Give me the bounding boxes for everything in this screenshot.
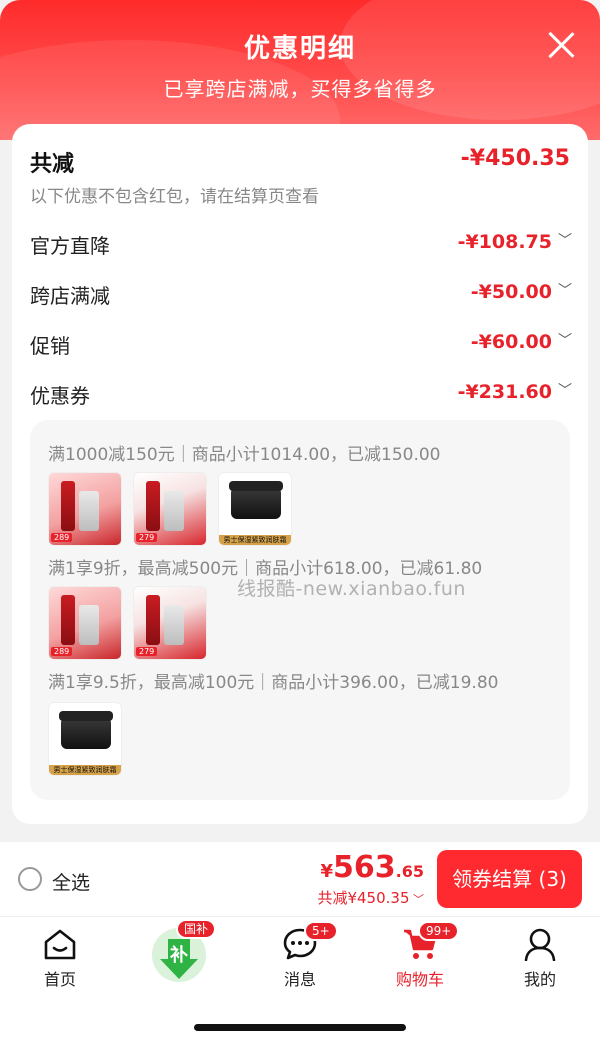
discount-row-official[interactable]: 官方直降 -¥108.75 ﹀ [30,230,574,260]
chevron-down-icon: ﹀ [409,893,424,906]
product-image [231,487,281,519]
tab-profile[interactable]: 我的 [480,917,600,997]
discount-detail-card: 共减 -¥450.35 以下优惠不包含红包，请在结算页查看 官方直降 -¥108… [12,124,588,824]
discount-value: -¥231.60 [457,381,552,403]
discount-label: 优惠券 [30,384,90,408]
discount-value: -¥50.00 [470,281,552,303]
price-tag: 279 [136,647,158,656]
cart-badge: 99+ [418,921,460,941]
product-thumbnail[interactable]: 男士保湿紧致润肤霜50g [48,702,122,776]
discount-summary-toggle[interactable]: 共减¥450.35 ﹀ [317,887,424,908]
product-thumbnail[interactable]: 289 [48,586,122,660]
profile-icon [524,928,556,961]
sheet-header: 优惠明细 已享跨店满减，买得多省得多 [0,0,600,140]
tab-label: 购物车 [395,970,444,989]
product-thumbnail[interactable]: 279 [133,472,207,546]
discount-label: 促销 [30,334,70,358]
close-icon[interactable] [546,30,576,60]
discount-label: 官方直降 [30,234,110,258]
tab-cart[interactable]: 99+ 购物车 [360,917,480,997]
tab-messages[interactable]: 5+ 消息 [240,917,360,997]
sheet-subtitle: 已享跨店满减，买得多省得多 [163,77,437,101]
price-tag: 279 [136,533,158,542]
product-image [146,481,160,531]
total-discount-value: -¥450.35 [460,146,570,171]
watermark: 线报酷-new.xianbao.fun [237,578,466,600]
coupon-rule: 满1000减150元｜商品小计1014.00，已减150.00 [48,445,441,465]
tab-subsidy[interactable]: 补 国补 [120,917,240,997]
tab-label: 消息 [283,970,316,989]
select-all-radio[interactable] [18,867,42,891]
chevron-down-icon: ﹀ [558,233,572,249]
select-all-label[interactable]: 全选 [52,868,90,895]
discount-note: 以下优惠不包含红包，请在结算页查看 [30,187,319,207]
product-image [164,605,184,645]
home-indicator [194,1024,406,1031]
discount-row-promotion[interactable]: 促销 -¥60.00 ﹀ [30,330,574,360]
product-image [146,595,160,645]
tab-label: 首页 [43,970,76,989]
home-icon [44,929,76,960]
total-discount-label: 共减 [30,152,75,177]
product-thumbnail[interactable]: 279 [133,586,207,660]
product-strip-label: 男士保湿紧致润肤霜50g [49,765,121,775]
product-image [229,481,283,491]
chevron-down-icon: ﹀ [558,333,572,349]
discount-label: 跨店满减 [30,284,110,308]
chevron-down-icon: ﹀ [558,283,572,299]
product-thumbnail[interactable]: 男士保湿紧致润肤霜50g [218,472,292,546]
discount-value: -¥108.75 [457,231,552,253]
subsidy-badge: 国补 [176,919,217,939]
product-image [61,481,75,531]
checkout-bar: 全选 ¥563.65 共减¥450.35 ﹀ 领券结算 (3) [0,842,600,916]
price-tag: 289 [51,647,73,656]
tab-home[interactable]: 首页 [0,917,120,997]
product-image [61,595,75,645]
price-decimal: .65 [395,862,424,881]
product-thumbnail[interactable]: 289 [48,472,122,546]
product-image [79,491,99,531]
sheet-title: 优惠明细 [243,34,356,64]
tab-label: 我的 [523,970,556,989]
price-integer: 563 [333,850,396,885]
discount-row-cross-store[interactable]: 跨店满减 -¥50.00 ﹀ [30,280,574,310]
product-image [61,717,111,749]
chevron-down-icon: ﹀ [558,383,572,399]
discount-row-coupon[interactable]: 优惠券 -¥231.60 ﹀ [30,380,574,410]
message-badge: 5+ [304,921,338,941]
product-image [79,605,99,645]
product-image [59,711,113,721]
checkout-button[interactable]: 领券结算 (3) [437,850,582,908]
coupon-rule: 满1享9.5折，最高减100元｜商品小计396.00，已减19.80 [48,673,499,693]
price-tag: 289 [51,533,73,542]
product-image [164,491,184,531]
product-strip-label: 男士保湿紧致润肤霜50g [219,535,291,545]
discount-summary-text: 共减¥450.35 [317,889,410,907]
coupon-detail-box: 满1000减150元｜商品小计1014.00，已减150.00 289 279 … [30,420,570,800]
total-price: ¥563.65 [321,850,425,885]
currency-symbol: ¥ [320,861,334,882]
discount-value: -¥60.00 [470,331,552,353]
subsidy-glyph: 补 [169,944,188,966]
